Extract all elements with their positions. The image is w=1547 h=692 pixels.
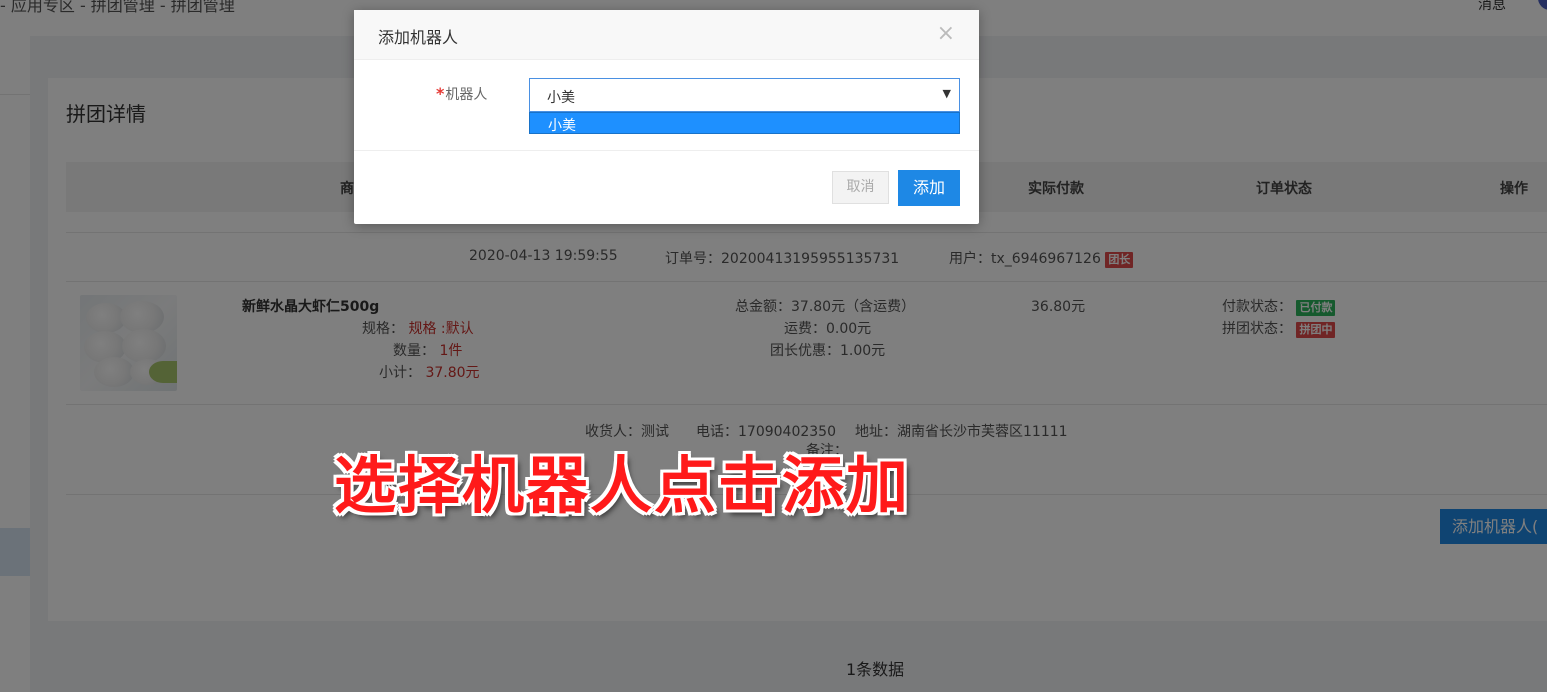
chevron-down-icon: ▼ [942,87,951,100]
robot-dropdown: 小美 [529,112,960,134]
robot-label-text: 机器人 [445,87,488,103]
add-robot-modal: 添加机器人 × *机器人 小美 ▼ 小美 取消 添加 [354,10,979,224]
modal-title: 添加机器人 [378,28,459,47]
cancel-button[interactable]: 取消 [832,171,889,204]
robot-field-label: *机器人 [436,84,487,104]
confirm-add-button[interactable]: 添加 [898,170,960,206]
close-icon[interactable]: × [937,21,955,46]
instruction-caption: 选择机器人点击添加 [334,449,911,522]
robot-select[interactable]: 小美 ▼ [529,78,960,112]
required-mark: * [436,84,445,103]
robot-select-value: 小美 [547,90,575,106]
robot-option[interactable]: 小美 [548,115,576,135]
modal-divider [354,150,979,151]
modal-header: 添加机器人 × [354,10,979,60]
